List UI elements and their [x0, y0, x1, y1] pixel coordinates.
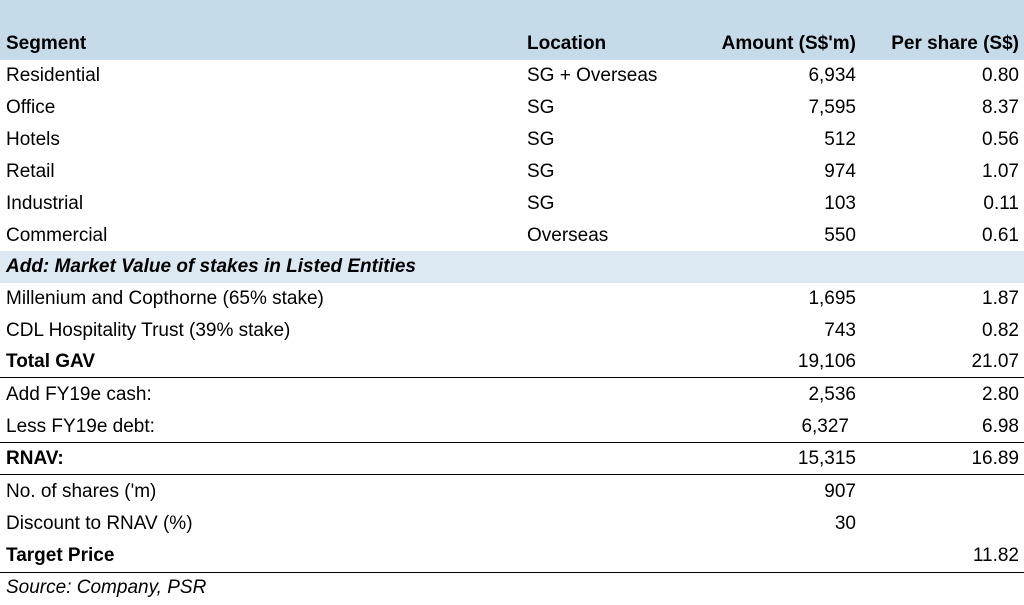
cash-label: Add FY19e cash:	[6, 384, 152, 405]
rnav-amount: 15,315	[797, 448, 856, 469]
segment-location: SG	[527, 161, 555, 182]
source-note: Source: Company, PSR	[6, 577, 207, 598]
segment-per-share: 8.37	[982, 97, 1019, 118]
segment-amount: 974	[824, 161, 856, 182]
listed-subheader: Add: Market Value of stakes in Listed En…	[0, 251, 1024, 283]
debt-label: Less FY19e debt:	[6, 416, 155, 437]
total-gav-label: Total GAV	[6, 351, 96, 372]
segment-per-share: 1.07	[982, 161, 1019, 182]
segment-name: Retail	[6, 161, 55, 182]
segment-location: SG	[527, 193, 555, 214]
rnav-label: RNAV:	[6, 448, 64, 469]
total-gav-row: Total GAV 19,106 21.07	[0, 346, 1024, 378]
table-row: Hotels SG 512 0.56	[0, 124, 1024, 156]
divider	[0, 377, 1024, 378]
listed-amount: 1,695	[808, 288, 856, 309]
header-segment: Segment	[6, 33, 87, 54]
header-amount: Amount (S$'m)	[721, 33, 856, 54]
segment-per-share: 0.56	[982, 129, 1019, 150]
debt-amount: 6,327	[801, 416, 849, 437]
table-row: Industrial SG 103 0.11	[0, 188, 1024, 220]
target-label: Target Price	[6, 545, 115, 566]
listed-amount: 743	[824, 320, 856, 341]
segment-name: Residential	[6, 65, 100, 86]
target-row: Target Price 11.82	[0, 540, 1024, 572]
table-row: Office SG 7,595 8.37	[0, 92, 1024, 124]
table-header: Segment Location Amount (S$'m) Per share…	[0, 0, 1024, 60]
divider	[0, 474, 1024, 475]
header-per-share: Per share (S$)	[891, 33, 1019, 54]
rnav-table: Segment Location Amount (S$'m) Per share…	[0, 0, 1024, 605]
segment-location: SG	[527, 129, 555, 150]
segment-per-share: 0.11	[983, 193, 1019, 214]
segment-per-share: 0.61	[982, 225, 1019, 246]
segment-location: Overseas	[527, 225, 609, 246]
discount-label: Discount to RNAV (%)	[6, 513, 193, 534]
cash-amount: 2,536	[808, 384, 856, 405]
total-gav-amount: 19,106	[797, 351, 856, 372]
segment-location: SG + Overseas	[527, 65, 658, 86]
segment-amount: 550	[824, 225, 856, 246]
segment-per-share: 0.80	[982, 65, 1019, 86]
source-row: Source: Company, PSR	[0, 572, 1024, 604]
segment-name: Office	[6, 97, 56, 118]
table-row: Residential SG + Overseas 6,934 0.80	[0, 60, 1024, 92]
cash-per-share: 2.80	[982, 384, 1019, 405]
listed-subheader-label: Add: Market Value of stakes in Listed En…	[6, 256, 417, 277]
table-row: Commercial Overseas 550 0.61	[0, 220, 1024, 252]
debt-per-share: 6.98	[982, 416, 1019, 437]
shares-label: No. of shares ('m)	[6, 481, 157, 502]
target-per-share: 11.82	[972, 545, 1019, 566]
segment-amount: 103	[824, 193, 856, 214]
segment-name: Industrial	[6, 193, 84, 214]
segment-name: Commercial	[6, 225, 108, 246]
debt-row: Less FY19e debt: 6,327 6.98	[0, 411, 1024, 443]
discount-row: Discount to RNAV (%) 30	[0, 508, 1024, 540]
shares-row: No. of shares ('m) 907	[0, 476, 1024, 508]
segment-amount: 7,595	[808, 97, 856, 118]
segment-amount: 512	[824, 129, 856, 150]
listed-name: Millenium and Copthorne (65% stake)	[6, 288, 324, 309]
discount-amount: 30	[834, 513, 856, 534]
header-location: Location	[527, 33, 607, 54]
segment-name: Hotels	[6, 129, 60, 150]
table-row: CDL Hospitality Trust (39% stake) 743 0.…	[0, 315, 1024, 347]
segment-location: SG	[527, 97, 555, 118]
listed-name: CDL Hospitality Trust (39% stake)	[6, 320, 291, 341]
segment-amount: 6,934	[808, 65, 856, 86]
cash-row: Add FY19e cash: 2,536 2.80	[0, 379, 1024, 411]
shares-amount: 907	[824, 481, 856, 502]
table-row: Retail SG 974 1.07	[0, 156, 1024, 188]
table-row: Millenium and Copthorne (65% stake) 1,69…	[0, 283, 1024, 315]
listed-per-share: 1.87	[982, 288, 1019, 309]
rnav-per-share: 16.89	[971, 448, 1019, 469]
total-gav-per-share: 21.07	[971, 351, 1019, 372]
rnav-row: RNAV: 15,315 16.89	[0, 443, 1024, 475]
listed-per-share: 0.82	[982, 320, 1019, 341]
